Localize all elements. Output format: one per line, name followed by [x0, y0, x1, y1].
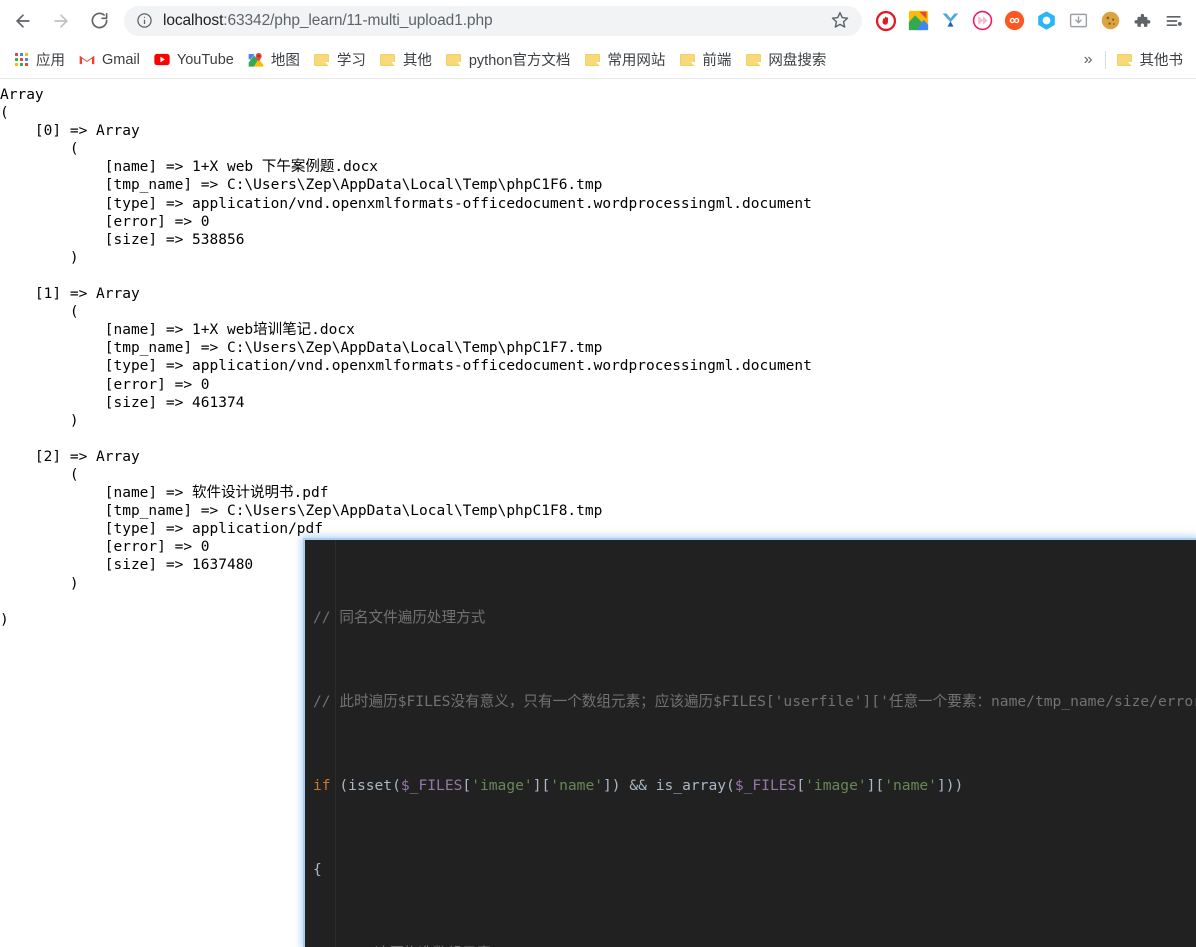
bookmark-star-icon[interactable] — [830, 10, 852, 32]
browser-chrome: localhost:63342/php_learn/11-multi_uploa… — [0, 0, 1196, 80]
browser-toolbar: localhost:63342/php_learn/11-multi_uploa… — [0, 0, 1196, 41]
folder-icon — [380, 52, 396, 68]
address-bar-url: localhost:63342/php_learn/11-multi_uploa… — [163, 12, 824, 30]
bookmark-folder-frontend[interactable]: 前端 — [672, 47, 738, 73]
bookmark-label: 常用网站 — [607, 53, 666, 69]
bookmarks-bar: 应用 Gmail YouTube 地图 学习 其他 python官方文档 常用网… — [0, 41, 1196, 79]
bookmark-folder-netdisk-search[interactable]: 网盘搜索 — [738, 47, 833, 73]
screenshot-extension-icon[interactable] — [904, 7, 932, 35]
bookmark-label: YouTube — [176, 51, 234, 68]
editor-code-area[interactable]: // 同名文件遍历处理方式 // 此时遍历$FILES没有意义，只有一个数组元素… — [305, 540, 1196, 947]
bookmark-label: 学习 — [336, 53, 366, 69]
forward-button[interactable] — [44, 4, 78, 38]
bookmark-folder-other-bookmarks[interactable]: 其他书 — [1110, 47, 1191, 73]
octotree-extension-icon[interactable] — [1032, 7, 1060, 35]
folder-icon — [314, 52, 330, 68]
bookmark-folder-common-sites[interactable]: 常用网站 — [577, 47, 672, 73]
reload-button[interactable] — [82, 4, 116, 38]
bookmark-folder-xuexi[interactable]: 学习 — [307, 47, 373, 73]
site-info-icon[interactable] — [136, 12, 153, 29]
bookmark-folder-python-docs[interactable]: python官方文档 — [439, 47, 578, 73]
folder-icon — [584, 52, 600, 68]
bookmark-label: 其他书 — [1139, 53, 1184, 69]
youtube-icon — [154, 52, 170, 68]
code-line[interactable]: // 此时遍历$FILES没有意义，只有一个数组元素；应该遍历$FILES['u… — [305, 691, 1196, 712]
bookmark-label: 前端 — [702, 53, 732, 69]
bookmarks-separator — [1104, 50, 1106, 69]
editthiscookie-extension-icon[interactable] — [1096, 7, 1124, 35]
download-manager-extension-icon[interactable] — [1064, 7, 1092, 35]
bookmark-label: 应用 — [36, 53, 65, 69]
extensions-strip — [870, 7, 1192, 35]
address-bar[interactable]: localhost:63342/php_learn/11-multi_uploa… — [124, 5, 862, 36]
extensions-puzzle-icon[interactable] — [1128, 7, 1156, 35]
code-line[interactable]: // 同名文件遍历处理方式 — [305, 607, 1196, 628]
infinity-newtab-extension-icon[interactable] — [1000, 7, 1028, 35]
bookmark-label: python官方文档 — [468, 53, 571, 69]
bookmark-label: Gmail — [102, 51, 140, 68]
folder-icon — [679, 52, 695, 68]
video-speed-extension-icon[interactable] — [968, 7, 996, 35]
code-editor-overlay[interactable]: // 同名文件遍历处理方式 // 此时遍历$FILES没有意义，只有一个数组元素… — [303, 538, 1196, 947]
chrome-menu-icon[interactable] — [1160, 7, 1188, 35]
youdao-dict-extension-icon[interactable] — [936, 7, 964, 35]
url-host: localhost — [163, 11, 224, 29]
bookmark-folder-qita[interactable]: 其他 — [373, 47, 439, 73]
bookmark-label: 其他 — [402, 53, 432, 69]
bookmarks-overflow-button[interactable]: » — [1076, 51, 1101, 69]
back-button[interactable] — [6, 4, 40, 38]
bookmark-item-apps[interactable]: 应用 — [6, 47, 72, 73]
url-path: :63342/php_learn/11-multi_upload1.php — [223, 11, 493, 29]
bookmark-item-maps[interactable]: 地图 — [241, 47, 307, 73]
code-line[interactable]: // 遍历构造数组元素 — [305, 943, 1196, 947]
bookmark-item-gmail[interactable]: Gmail — [72, 47, 147, 73]
folder-icon — [745, 52, 761, 68]
code-line-text: // 此时遍历$FILES没有意义，只有一个数组元素；应该遍历$FILES['u… — [313, 693, 1196, 710]
apps-grid-icon — [13, 52, 29, 68]
bookmark-item-youtube[interactable]: YouTube — [147, 47, 241, 73]
folder-icon — [446, 52, 462, 68]
browser-window: localhost:63342/php_learn/11-multi_uploa… — [0, 0, 1196, 947]
code-line-text: // 同名文件遍历处理方式 — [313, 609, 486, 626]
bookmark-label: 网盘搜索 — [768, 53, 827, 69]
folder-icon — [1117, 52, 1133, 68]
google-maps-icon — [248, 52, 264, 68]
adblock-extension-icon[interactable] — [872, 7, 900, 35]
code-line[interactable]: { — [305, 859, 1196, 880]
bookmark-label: 地图 — [270, 53, 300, 69]
code-line[interactable]: if (isset($_FILES['image']['name']) && i… — [305, 775, 1196, 796]
gmail-icon — [79, 52, 95, 68]
